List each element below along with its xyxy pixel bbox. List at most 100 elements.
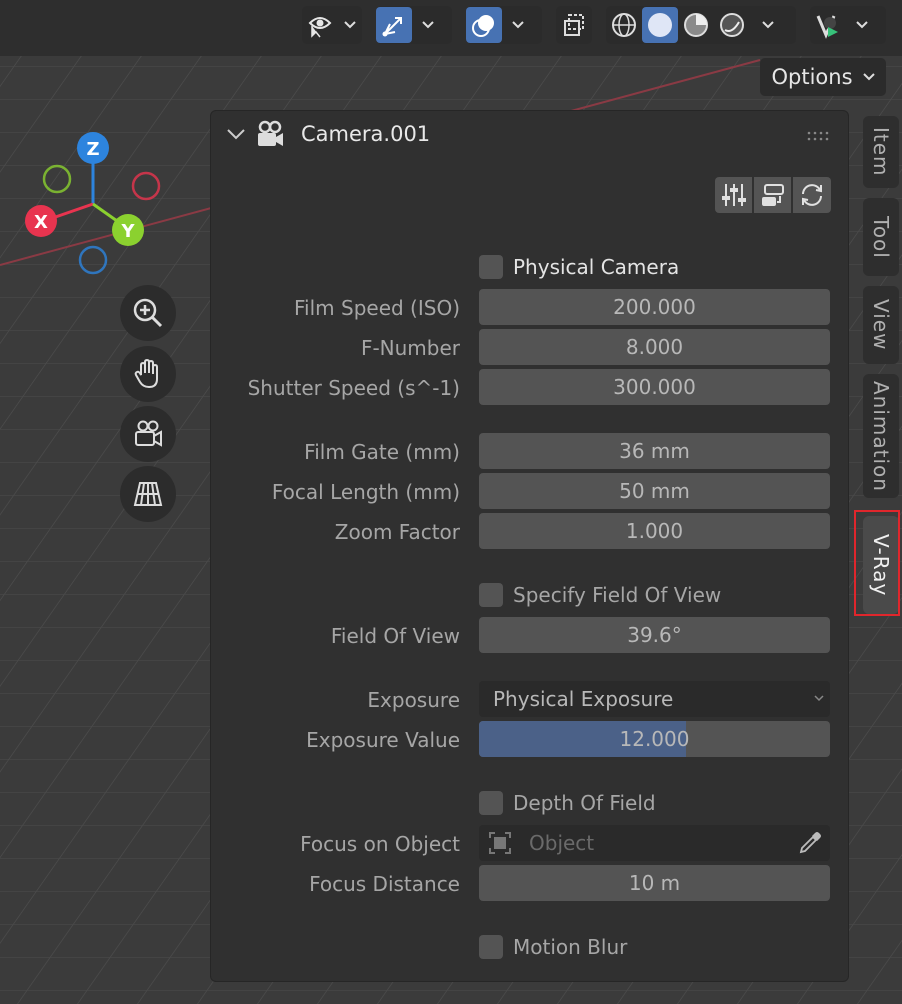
copy-settings-button[interactable] [754,177,791,213]
fov-value: 39.6° [627,623,682,647]
exposure-dropdown[interactable]: Physical Exposure [479,681,830,717]
z-axis-label: Z [86,139,99,160]
fov-row: Field Of View 39.6° [211,617,848,653]
zoom-button[interactable] [120,285,176,341]
object-icon [489,832,511,854]
film-speed-value: 200.000 [613,295,696,319]
fov-field[interactable]: 39.6° [479,617,830,653]
zoom-factor-label: Zoom Factor [334,520,460,544]
physical-camera-row: Physical Camera [211,250,848,286]
pan-button[interactable] [120,346,176,402]
settings-button[interactable] [715,177,752,213]
solid-shading-icon[interactable] [642,7,678,43]
xray-group[interactable] [556,6,592,44]
zoom-factor-field[interactable]: 1.000 [479,513,830,549]
visibility-selectable-icon [302,7,338,43]
physical-camera-checkbox[interactable] [479,255,503,279]
shutter-speed-row: Shutter Speed (s^-1) 300.000 [211,369,848,405]
viewport-header [0,0,902,56]
depth-of-field-row: Depth Of Field [211,786,848,822]
chevron-down-icon [338,7,362,43]
film-speed-field[interactable]: 200.000 [479,289,830,325]
tab-item-label: Item [869,127,893,177]
focus-distance-field[interactable]: 10 m [479,865,830,901]
exposure-value-number: 12.000 [619,727,690,751]
specify-fov-label: Specify Field Of View [513,583,722,607]
physical-camera-label: Physical Camera [513,255,680,279]
xray-toggle-icon[interactable] [556,7,592,43]
focus-object-field[interactable]: Object [479,825,830,861]
shutter-speed-label: Shutter Speed (s^-1) [247,376,460,400]
copy-settings-icon [761,184,784,206]
film-gate-label: Film Gate (mm) [304,440,460,464]
chevron-down-icon [862,73,875,81]
zoom-factor-row: Zoom Factor 1.000 [211,513,848,549]
eyedropper-icon[interactable] [798,831,822,855]
highlight-box [854,510,900,616]
focus-distance-row: Focus Distance 10 m [211,865,848,901]
ortho-toggle-button[interactable] [120,466,176,522]
focal-length-label: Focal Length (mm) [271,480,460,504]
drag-handle-icon[interactable] [807,131,829,141]
exposure-row: Exposure Physical Exposure [211,681,848,717]
exposure-value-label: Exposure Value [306,728,460,752]
fov-label: Field Of View [330,624,460,648]
film-gate-field[interactable]: 36 mm [479,433,830,469]
overlay-toggle-icon[interactable] [466,7,502,43]
options-dropdown[interactable]: Options [760,58,886,96]
navigation-gizmo[interactable]: Z X Y [15,130,185,280]
f-number-label: F-Number [360,336,460,360]
shutter-speed-field[interactable]: 300.000 [479,369,830,405]
gizmo-group[interactable] [376,6,452,44]
gizmo-toggle-icon[interactable] [376,7,412,43]
motion-blur-row: Motion Blur [211,930,848,966]
depth-of-field-checkbox[interactable] [479,791,503,815]
vray-render-icon[interactable] [810,7,846,43]
chevron-down-icon[interactable] [227,128,245,140]
tab-view[interactable]: View [863,286,899,364]
exposure-value: Physical Exposure [493,687,674,711]
tab-animation[interactable]: Animation [863,374,899,498]
focus-object-label: Focus on Object [300,832,460,856]
panel-header[interactable]: Camera.001 [211,111,848,161]
focus-object-row: Focus on Object Object [211,825,848,861]
specify-fov-checkbox[interactable] [479,583,503,607]
tab-animation-label: Animation [869,380,893,492]
chevron-down-icon[interactable] [750,7,786,43]
f-number-field[interactable]: 8.000 [479,329,830,365]
motion-blur-checkbox[interactable] [479,935,503,959]
chevron-down-icon[interactable] [846,7,878,43]
zoom-icon [133,298,163,328]
camera-view-icon [135,420,162,447]
exposure-value-row: Exposure Value 12.000 [211,721,848,757]
focal-length-field[interactable]: 50 mm [479,473,830,509]
selectability-visibility-dropdown[interactable] [302,6,362,44]
specify-fov-row: Specify Field Of View [211,578,848,614]
chevron-down-icon[interactable] [502,7,534,43]
chevron-down-icon[interactable] [412,7,444,43]
zoom-factor-value: 1.000 [625,519,684,543]
exposure-value-slider[interactable]: 12.000 [479,721,830,757]
shading-group[interactable] [606,6,796,44]
exposure-label: Exposure [367,688,460,712]
wireframe-shading-icon[interactable] [606,7,642,43]
rendered-shading-icon[interactable] [714,7,750,43]
f-number-row: F-Number 8.000 [211,329,848,365]
depth-of-field-label: Depth Of Field [513,791,656,815]
panel-action-buttons [715,177,831,213]
tab-tool[interactable]: Tool [863,198,899,276]
film-gate-row: Film Gate (mm) 36 mm [211,433,848,469]
overlay-group[interactable] [466,6,542,44]
focus-distance-label: Focus Distance [309,872,460,896]
y-axis-label: Y [120,221,135,242]
refresh-icon [802,184,822,206]
material-preview-shading-icon[interactable] [678,7,714,43]
film-speed-row: Film Speed (ISO) 200.000 [211,289,848,325]
tab-item[interactable]: Item [863,116,899,188]
pan-hand-icon [134,358,158,389]
refresh-button[interactable] [793,177,831,213]
f-number-value: 8.000 [625,335,684,359]
vray-render-group[interactable] [810,6,886,44]
camera-view-button[interactable] [120,406,176,462]
shutter-speed-value: 300.000 [613,375,696,399]
